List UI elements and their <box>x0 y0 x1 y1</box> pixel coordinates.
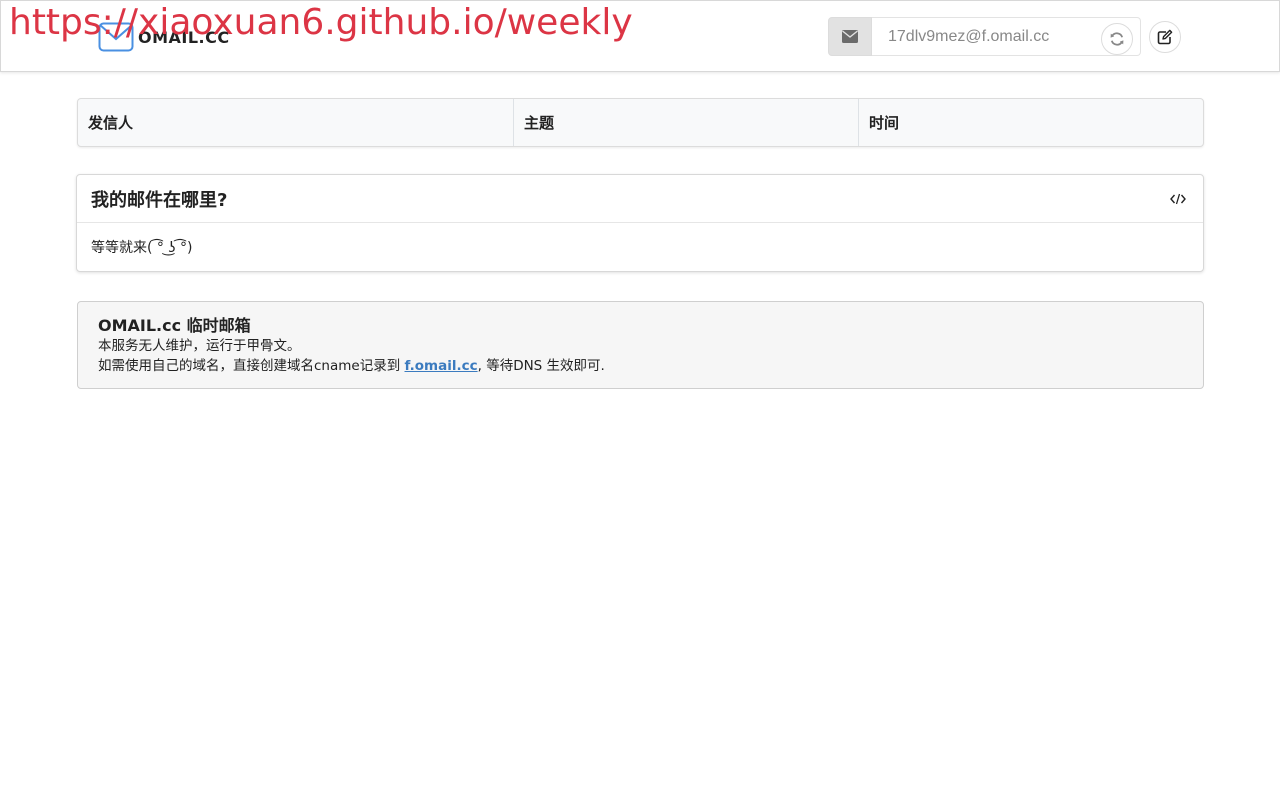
info-line-2: 如需使用自己的域名，直接创建域名cname记录到 f.omail.cc, 等待D… <box>98 356 1183 376</box>
column-time[interactable]: 时间 <box>859 99 1203 146</box>
column-sender[interactable]: 发信人 <box>78 99 514 146</box>
mail-table-header: 发信人 主题 时间 <box>77 98 1204 147</box>
refresh-icon <box>1110 32 1124 46</box>
message-body: 等等就来( ͡° ͜ʖ ͡°) <box>91 240 193 256</box>
info-panel: OMAIL.cc 临时邮箱 本服务无人维护，运行于甲骨文。 如需使用自己的域名，… <box>77 301 1204 389</box>
info-line-2-suffix: , 等待DNS 生效即可. <box>477 358 605 374</box>
code-icon[interactable] <box>1169 191 1187 207</box>
info-title: OMAIL.cc 临时邮箱 <box>98 316 251 335</box>
message-title: 我的邮件在哪里? <box>91 189 228 211</box>
column-subject[interactable]: 主题 <box>514 99 859 146</box>
message-card-header: 我的邮件在哪里? <box>77 175 1203 223</box>
info-line-1: 本服务无人维护，运行于甲骨文。 <box>98 338 301 354</box>
envelope-logo-icon <box>98 22 134 52</box>
refresh-button[interactable] <box>1101 23 1133 55</box>
cname-domain-link[interactable]: f.omail.cc <box>405 358 478 374</box>
logo-text: OMAIL.CC <box>138 27 230 47</box>
info-line-2-prefix: 如需使用自己的域名，直接创建域名cname记录到 <box>98 358 405 374</box>
logo[interactable]: OMAIL.CC <box>98 21 230 53</box>
message-card: 我的邮件在哪里? 等等就来( ͡° ͜ʖ ͡°) <box>76 174 1204 272</box>
edit-address-button[interactable] <box>1149 21 1181 53</box>
top-navbar: OMAIL.CC 17dlv9mez@f.omail.cc https://xi… <box>0 0 1280 72</box>
envelope-icon <box>828 17 872 56</box>
edit-icon <box>1157 29 1173 45</box>
